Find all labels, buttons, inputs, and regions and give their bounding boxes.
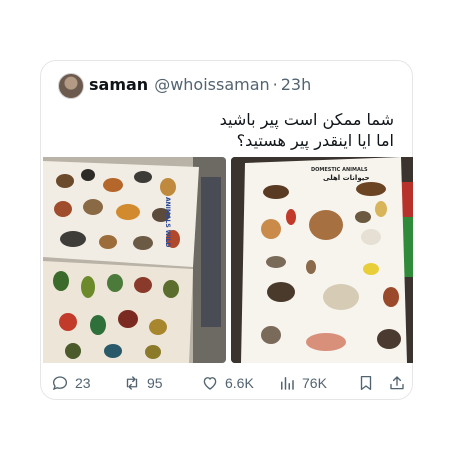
action-bar: 23 95 6.6K 76K: [41, 373, 414, 393]
separator-dot: ·: [272, 75, 278, 94]
reply-icon: [52, 376, 68, 391]
tweet-time[interactable]: 23h: [281, 75, 312, 94]
domestic-animals-poster-image: [231, 157, 413, 363]
wild-animals-poster-image: [43, 157, 226, 363]
tweet-text-line-2: اما ایا اینقدر پیر هستید؟: [236, 131, 394, 150]
tweet-text: شما ممکن است پیر باشید اما ایا اینقدر پی…: [220, 109, 394, 151]
bookmark-button[interactable]: [357, 373, 381, 393]
share-icon: [390, 376, 404, 390]
poster-right-title-en: DOMESTIC ANIMALS: [311, 167, 368, 173]
retweet-count: 95: [147, 375, 163, 391]
views-count: 76K: [302, 375, 327, 391]
tweet-media: ANIMALS WILD DOMESTIC ANIMALS حیوانات اه…: [43, 157, 413, 363]
poster-right-title-fa: حیوانات اهلی: [323, 174, 370, 182]
like-button[interactable]: 6.6K: [201, 373, 254, 393]
avatar[interactable]: [58, 73, 84, 99]
photo-wild-animals-poster[interactable]: ANIMALS WILD: [43, 157, 226, 363]
reply-count: 23: [75, 375, 91, 391]
author-name[interactable]: saman: [89, 75, 148, 94]
like-icon: [203, 377, 217, 390]
tweet-header: saman @whoissaman · 23h: [89, 75, 311, 94]
share-button[interactable]: [388, 373, 412, 393]
tweet-card[interactable]: saman @whoissaman · 23h شما ممکن است پیر…: [40, 60, 413, 400]
retweet-button[interactable]: 95: [123, 373, 163, 393]
like-count: 6.6K: [225, 375, 254, 391]
views-button[interactable]: 76K: [278, 373, 327, 393]
reply-button[interactable]: 23: [51, 373, 91, 393]
photo-domestic-animals-poster[interactable]: DOMESTIC ANIMALS حیوانات اهلی: [231, 157, 413, 363]
bookmark-icon: [360, 375, 372, 391]
views-icon: [281, 377, 294, 390]
tweet-text-line-1: شما ممکن است پیر باشید: [219, 110, 394, 129]
retweet-icon: [126, 376, 138, 390]
poster-left-title: ANIMALS WILD: [164, 197, 171, 248]
author-handle[interactable]: @whoissaman: [154, 75, 269, 94]
